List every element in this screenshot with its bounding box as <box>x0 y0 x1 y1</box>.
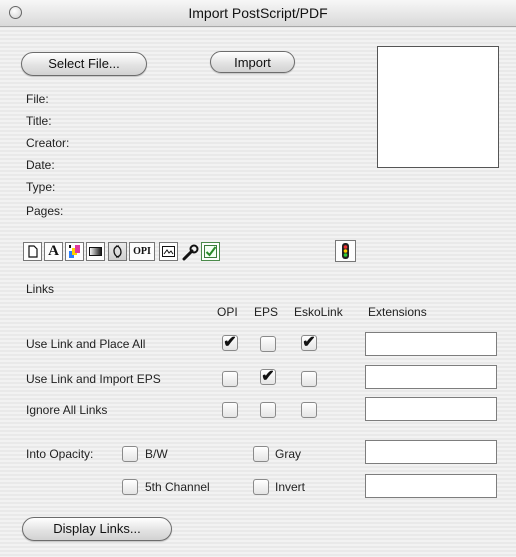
file-label: File: <box>26 92 49 106</box>
file-preview <box>377 46 499 168</box>
invert-label: Invert <box>275 480 306 494</box>
links-heading: Links <box>26 282 55 296</box>
close-button[interactable] <box>9 6 22 19</box>
opacity-extensions-field-2[interactable] <box>365 474 497 498</box>
select-file-button[interactable]: Select File... <box>21 52 147 76</box>
eps-checkbox-place-all[interactable] <box>260 336 276 352</box>
bw-label: B/W <box>145 447 168 461</box>
invert-checkbox[interactable] <box>253 479 269 495</box>
wrench-icon[interactable] <box>180 242 199 261</box>
creator-label: Creator: <box>26 136 70 150</box>
extensions-field-import-eps[interactable] <box>365 365 497 389</box>
type-label: Type: <box>26 180 56 194</box>
traffic-light-icon[interactable] <box>335 240 356 262</box>
checkmark-icon[interactable] <box>201 242 220 261</box>
eskolink-checkbox-ignore-links[interactable] <box>301 402 317 418</box>
eps-checkbox-import-eps[interactable]: ✔ <box>260 369 276 385</box>
gray-checkbox[interactable] <box>253 446 269 462</box>
fifth-channel-label: 5th Channel <box>145 480 210 494</box>
opacity-extensions-field-1[interactable] <box>365 440 497 464</box>
opi-checkbox-ignore-links[interactable] <box>222 402 238 418</box>
document-icon[interactable] <box>23 242 42 261</box>
row-label-import-eps: Use Link and Import EPS <box>26 372 161 386</box>
eskolink-checkbox-import-eps[interactable] <box>301 371 317 387</box>
gradient-icon[interactable] <box>86 242 105 261</box>
eps-checkbox-ignore-links[interactable] <box>260 402 276 418</box>
eskolink-checkbox-place-all[interactable]: ✔ <box>301 335 317 351</box>
import-button[interactable]: Import <box>210 51 295 73</box>
column-header-extensions: Extensions <box>368 305 427 319</box>
fifth-channel-checkbox[interactable] <box>122 479 138 495</box>
title-label: Title: <box>26 114 52 128</box>
column-header-eskolink: EskoLink <box>294 305 343 319</box>
image-icon[interactable] <box>159 242 178 261</box>
column-header-eps: EPS <box>254 305 279 319</box>
bw-checkbox[interactable] <box>122 446 138 462</box>
window-title: Import PostScript/PDF <box>188 5 328 21</box>
extensions-field-place-all[interactable] <box>365 332 497 356</box>
row-label-place-all: Use Link and Place All <box>26 337 146 351</box>
opi-checkbox-place-all[interactable]: ✔ <box>222 335 238 351</box>
display-links-button[interactable]: Display Links... <box>22 517 172 541</box>
into-opacity-label: Into Opacity: <box>26 447 94 461</box>
color-swatch-icon[interactable] <box>65 242 84 261</box>
column-header-opi: OPI <box>217 305 238 319</box>
font-icon[interactable]: A <box>44 242 63 261</box>
date-label: Date: <box>26 158 55 172</box>
gray-label: Gray <box>275 447 302 461</box>
opi-icon[interactable]: OPI <box>129 242 155 261</box>
row-label-ignore-links: Ignore All Links <box>26 403 108 417</box>
title-bar: Import PostScript/PDF <box>0 0 516 27</box>
opi-checkbox-import-eps[interactable] <box>222 371 238 387</box>
pages-label: Pages: <box>26 204 64 218</box>
link-icon[interactable] <box>108 242 127 261</box>
extensions-field-ignore-links[interactable] <box>365 397 497 421</box>
